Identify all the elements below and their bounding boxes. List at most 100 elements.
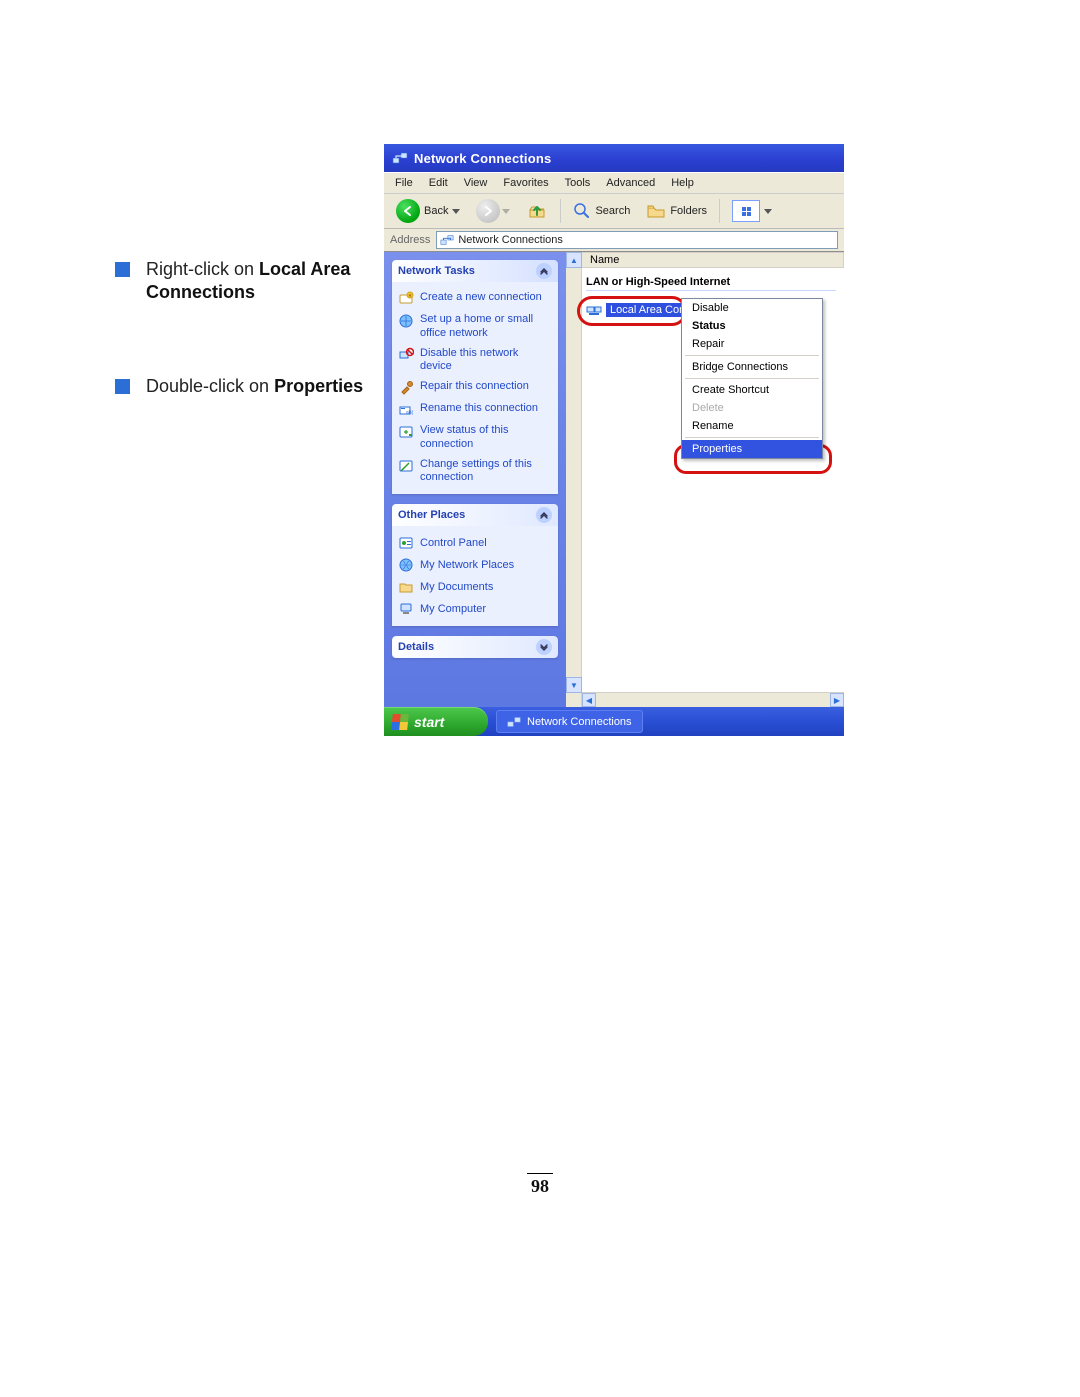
instruction-pre: Double-click on: [146, 376, 274, 396]
instruction-text: Double-click on Properties: [146, 375, 363, 398]
column-label: Name: [590, 254, 619, 266]
vertical-scrollbar[interactable]: ▲ ▼: [566, 252, 582, 707]
instruction-bold: Properties: [274, 376, 363, 396]
task-create-connection[interactable]: ★ Create a new connection: [398, 288, 552, 310]
place-my-documents[interactable]: My Documents: [398, 576, 552, 598]
task-repair-connection[interactable]: Repair this connection: [398, 377, 552, 399]
separator: [719, 199, 720, 223]
ctx-separator: [685, 355, 819, 356]
task-setup-network[interactable]: Set up a home or small office network: [398, 310, 552, 344]
chevron-up-icon: [536, 263, 552, 279]
menu-advanced[interactable]: Advanced: [603, 175, 658, 191]
scroll-left-icon[interactable]: ◀: [582, 693, 596, 707]
ctx-label: Repair: [692, 338, 724, 350]
ctx-status[interactable]: Status: [682, 317, 822, 335]
scroll-down-icon[interactable]: ▼: [566, 677, 582, 693]
address-label: Address: [390, 234, 430, 246]
network-icon: [440, 233, 454, 247]
ctx-label: Status: [692, 320, 726, 332]
ctx-label: Properties: [692, 443, 742, 455]
place-my-computer[interactable]: My Computer: [398, 598, 552, 620]
forward-button[interactable]: [470, 197, 516, 225]
chevron-up-icon: [536, 507, 552, 523]
status-icon: [398, 424, 414, 440]
views-button[interactable]: [726, 198, 778, 224]
instruction-pre: Right-click on: [146, 259, 259, 279]
place-label: My Network Places: [420, 559, 514, 571]
window-content: Network Tasks ★ Create a new connection …: [384, 252, 844, 707]
panel-other-places: Other Places Control Panel My Network Pl: [392, 504, 558, 626]
address-value: Network Connections: [458, 234, 563, 246]
ctx-disable[interactable]: Disable: [682, 299, 822, 317]
ctx-create-shortcut[interactable]: Create Shortcut: [682, 381, 822, 399]
ctx-rename[interactable]: Rename: [682, 417, 822, 435]
back-button[interactable]: Back: [390, 197, 466, 225]
ctx-properties[interactable]: Properties: [682, 440, 822, 458]
task-label: View status of this connection: [420, 424, 552, 452]
titlebar[interactable]: Network Connections: [384, 144, 844, 172]
menu-tools[interactable]: Tools: [562, 175, 594, 191]
task-label: Create a new connection: [420, 291, 542, 305]
dropdown-icon: [502, 209, 510, 214]
ctx-label: Delete: [692, 402, 724, 414]
menu-favorites[interactable]: Favorites: [500, 175, 551, 191]
panel-header[interactable]: Details: [392, 636, 558, 658]
place-network-places[interactable]: My Network Places: [398, 554, 552, 576]
menu-edit[interactable]: Edit: [426, 175, 451, 191]
task-label: Change settings of this connection: [420, 458, 552, 486]
connection-item[interactable]: Local Area Con: [586, 302, 689, 318]
up-button[interactable]: [520, 198, 554, 224]
dropdown-icon: [452, 209, 460, 214]
column-header-name[interactable]: Name: [582, 252, 844, 268]
toolbar: Back Search: [384, 194, 844, 229]
place-label: My Documents: [420, 581, 493, 593]
panel-network-tasks: Network Tasks ★ Create a new connection …: [392, 260, 558, 494]
rename-icon: ab|: [398, 402, 414, 418]
home-network-icon: [398, 313, 414, 329]
place-label: My Computer: [420, 603, 486, 615]
ctx-label: Create Shortcut: [692, 384, 769, 396]
panel-header[interactable]: Network Tasks: [392, 260, 558, 282]
menu-help[interactable]: Help: [668, 175, 697, 191]
separator: [560, 199, 561, 223]
panel-body: Control Panel My Network Places My Docum…: [392, 526, 558, 626]
folders-button[interactable]: Folders: [640, 200, 713, 222]
search-button[interactable]: Search: [567, 200, 636, 222]
network-icon: [507, 715, 521, 729]
task-rename-connection[interactable]: ab| Rename this connection: [398, 399, 552, 421]
taskbar-app[interactable]: Network Connections: [496, 710, 643, 733]
ctx-separator: [685, 378, 819, 379]
group-header: LAN or High-Speed Internet: [586, 276, 836, 291]
panel-header[interactable]: Other Places: [392, 504, 558, 526]
task-label: Repair this connection: [420, 380, 529, 394]
dropdown-icon: [764, 209, 772, 214]
new-connection-icon: ★: [398, 291, 414, 307]
horizontal-scrollbar[interactable]: ◀ ▶: [582, 692, 844, 707]
task-label: Rename this connection: [420, 402, 538, 416]
task-change-settings[interactable]: Change settings of this connection: [398, 455, 552, 489]
page-footer: 98: [0, 1173, 1080, 1197]
context-menu: Disable Status Repair Bridge Connections…: [681, 298, 823, 459]
menu-file[interactable]: File: [392, 175, 416, 191]
settings-icon: [398, 458, 414, 474]
place-control-panel[interactable]: Control Panel: [398, 532, 552, 554]
start-button[interactable]: start: [384, 707, 488, 736]
panel-details: Details: [392, 636, 558, 658]
task-disable-device[interactable]: Disable this network device: [398, 344, 552, 378]
footer-rule: [527, 1173, 553, 1174]
scroll-right-icon[interactable]: ▶: [830, 693, 844, 707]
ctx-bridge[interactable]: Bridge Connections: [682, 358, 822, 376]
address-field[interactable]: Network Connections: [436, 231, 838, 249]
task-view-status[interactable]: View status of this connection: [398, 421, 552, 455]
documents-icon: [398, 579, 414, 595]
ctx-label: Bridge Connections: [692, 361, 788, 373]
scroll-up-icon[interactable]: ▲: [566, 252, 582, 268]
system-tray: [834, 707, 844, 736]
page-number: 98: [0, 1176, 1080, 1197]
menu-view[interactable]: View: [461, 175, 491, 191]
folders-label: Folders: [670, 205, 707, 217]
connection-label: Local Area Con: [606, 303, 689, 317]
ctx-repair[interactable]: Repair: [682, 335, 822, 353]
disable-icon: [398, 347, 414, 363]
network-places-icon: [398, 557, 414, 573]
